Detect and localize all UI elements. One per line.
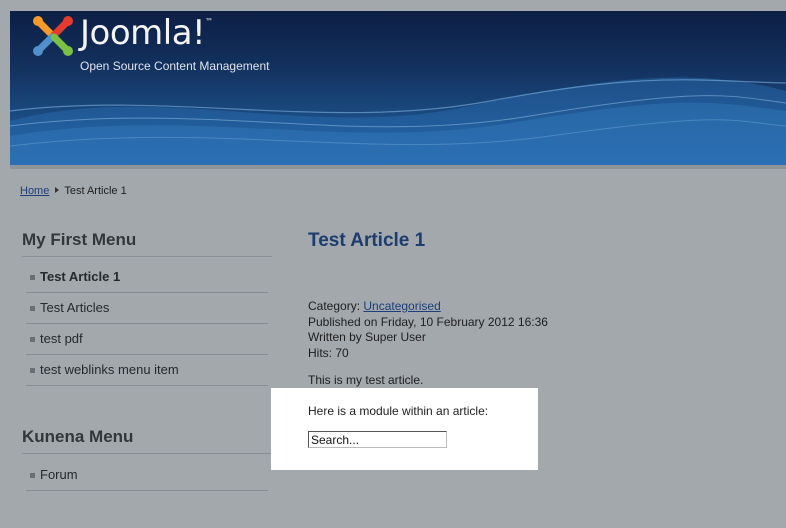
embedded-module: Here is a module within an article: [271, 388, 538, 470]
category-link[interactable]: Uncategorised [363, 299, 440, 313]
top-strip [0, 0, 786, 11]
square-bullet-icon [30, 306, 35, 311]
logo-text[interactable]: Joomla!™ [80, 13, 213, 53]
menu-item-test-weblinks[interactable]: test weblinks menu item [26, 356, 268, 386]
breadcrumb-home-link[interactable]: Home [20, 185, 49, 197]
menu-item-test-article-1[interactable]: Test Article 1 [26, 263, 268, 293]
menu-title-underline [22, 453, 272, 454]
menu-item-label: Forum [40, 467, 78, 482]
article-author: Written by Super User [308, 330, 426, 344]
menu-item-label: test pdf [40, 331, 83, 346]
module-intro-text: Here is a module within an article: [308, 404, 489, 418]
site-tagline: Open Source Content Management [80, 59, 270, 73]
square-bullet-icon [30, 473, 35, 478]
menu-item-test-pdf[interactable]: test pdf [26, 325, 268, 355]
menu-item-test-articles[interactable]: Test Articles [26, 294, 268, 324]
article-published-date: Published on Friday, 10 February 2012 16… [308, 315, 548, 329]
search-input[interactable] [308, 431, 447, 448]
menu-title-underline [22, 256, 272, 257]
article-category: Category: Uncategorised [308, 299, 441, 313]
breadcrumb: Home Test Article 1 [20, 185, 127, 197]
header-divider [10, 165, 786, 169]
menu-item-label: test weblinks menu item [40, 362, 179, 377]
square-bullet-icon [30, 275, 35, 280]
menu-item-forum[interactable]: Forum [26, 461, 268, 491]
joomla-logo-icon[interactable] [30, 13, 76, 59]
menu-title-kunena-menu: Kunena Menu [22, 427, 134, 446]
site-header: Joomla!™ Open Source Content Management [10, 11, 786, 165]
menu-title-my-first-menu: My First Menu [22, 230, 137, 249]
article-hits: Hits: 70 [308, 346, 349, 360]
square-bullet-icon [30, 337, 35, 342]
menu-item-label: Test Articles [40, 300, 110, 315]
article-body-text: This is my test article. [308, 373, 424, 387]
arrow-right-icon [55, 187, 60, 193]
breadcrumb-current: Test Article 1 [64, 185, 127, 197]
menu-item-label: Test Article 1 [40, 269, 121, 284]
article-title[interactable]: Test Article 1 [308, 230, 425, 252]
square-bullet-icon [30, 368, 35, 373]
